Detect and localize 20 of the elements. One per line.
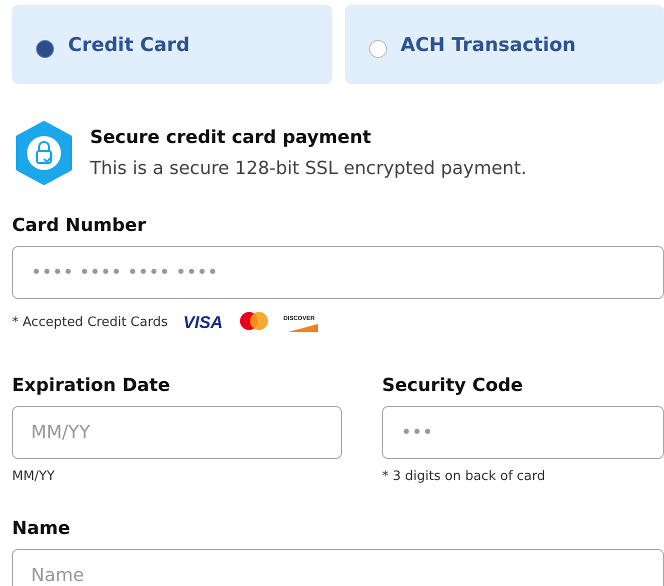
hint-text: * 3 digits on back of card [382,469,546,484]
card-number-field[interactable]: •••• •••• •••• •••• [12,246,664,299]
notice-text: This is a secure 128-bit SSL encrypted payment. [90,158,527,179]
radio-button[interactable] [368,40,386,58]
hint-text: MM/YY [12,469,56,484]
field-label: Card Number [12,215,147,236]
notice-title: Secure credit card payment [90,127,372,148]
hint-text: * Accepted Credit Cards [12,314,168,330]
payment-method-tab[interactable]: Credit Card [12,5,332,84]
visa-logo: VISA [178,312,228,332]
expiration-date-field[interactable]: MM/YY [12,406,342,459]
name-field[interactable]: Name [12,549,664,586]
field-label: Expiration Date [12,375,172,396]
lock-shield-icon [14,121,74,185]
security-code-field[interactable]: ••• [382,406,664,459]
radio-button[interactable] [36,40,54,58]
field-label: Security Code [382,375,524,396]
payment-method-tab[interactable]: ACH Transaction [344,5,664,84]
field-label: Name [12,518,72,539]
mastercard-logo [238,311,270,333]
